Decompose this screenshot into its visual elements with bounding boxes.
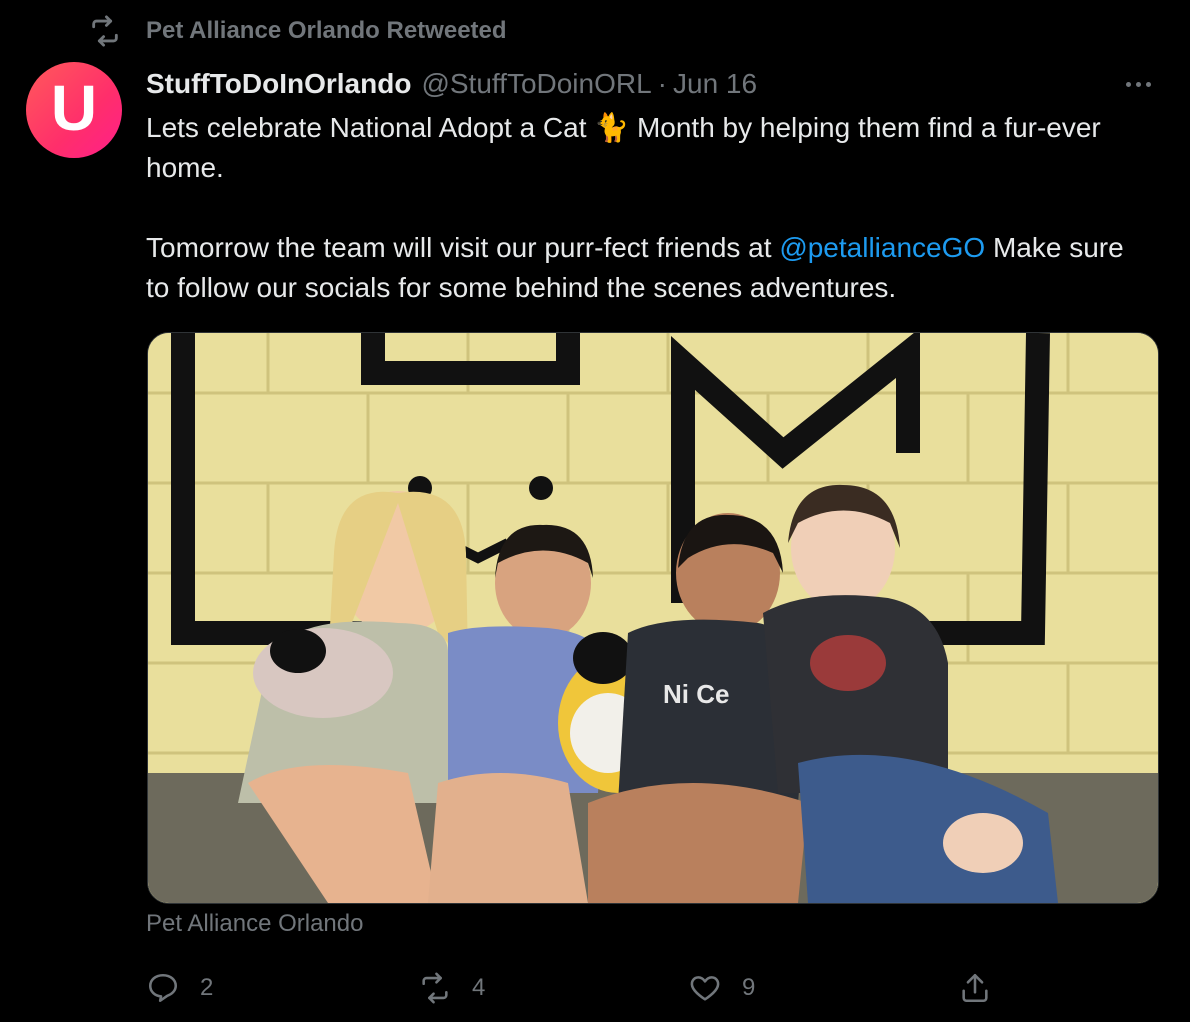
retweet-context[interactable]: Pet Alliance Orlando Retweeted <box>88 14 507 48</box>
retweet-button[interactable]: 4 <box>418 966 485 1010</box>
reply-button[interactable]: 2 <box>146 966 213 1010</box>
tweet-header: StuffToDoInOrlando @StuffToDoinORL · Jun… <box>146 64 757 104</box>
separator-dot: · <box>657 68 667 99</box>
retweet-icon <box>92 15 118 47</box>
reply-count: 2 <box>200 974 214 1001</box>
like-count: 9 <box>742 974 756 1001</box>
reply-icon <box>148 973 178 1003</box>
like-button[interactable]: 9 <box>688 966 755 1010</box>
retweet-icon <box>422 972 448 1004</box>
tweet-paragraph-1: Lets celebrate National Adopt a Cat 🐈 Mo… <box>146 108 1146 188</box>
svg-text:Ni Ce: Ni Ce <box>663 679 729 709</box>
tweet-text-part: Lets celebrate National Adopt a Cat <box>146 112 595 143</box>
tweet-paragraph-2: Tomorrow the team will visit our purr-fe… <box>146 228 1146 308</box>
share-icon <box>962 973 988 1003</box>
author-display-name[interactable]: StuffToDoInOrlando <box>146 68 411 100</box>
more-icon[interactable] <box>1118 64 1158 104</box>
share-button[interactable] <box>958 966 992 1010</box>
tweet-text: Lets celebrate National Adopt a Cat 🐈 Mo… <box>146 108 1146 308</box>
mention-link[interactable]: @petallianceGO <box>779 232 985 263</box>
action-bar: 2 4 9 <box>0 966 1190 1010</box>
media-source-label[interactable]: Pet Alliance Orlando <box>146 910 363 938</box>
avatar-letter: U <box>50 72 98 144</box>
heart-icon <box>690 976 720 1001</box>
cat-emoji: 🐈 <box>594 112 630 143</box>
retweet-count: 4 <box>472 974 486 1001</box>
photo-illustration: Ni Ce <box>148 333 1158 903</box>
tweet-text-part: Tomorrow the team will visit our purr-fe… <box>146 232 780 263</box>
retweet-label: Pet Alliance Orlando Retweeted <box>146 17 507 44</box>
tweet-date[interactable]: Jun 16 <box>673 68 757 100</box>
tweet-photo[interactable]: Ni Ce <box>147 332 1159 904</box>
avatar[interactable]: U <box>26 62 122 158</box>
author-handle[interactable]: @StuffToDoinORL <box>421 68 651 100</box>
